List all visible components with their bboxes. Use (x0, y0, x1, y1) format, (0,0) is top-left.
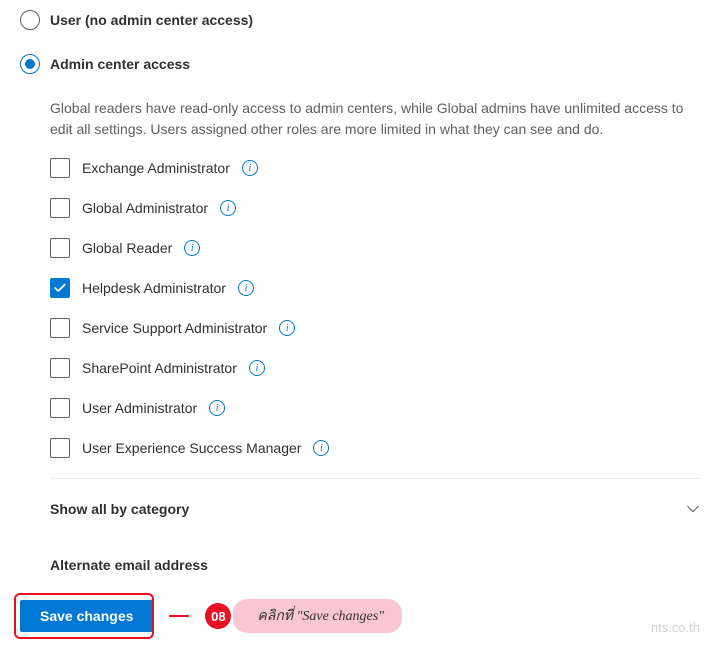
role-label: Global Administrator (82, 200, 208, 216)
checkbox-ux-success[interactable] (50, 438, 70, 458)
role-label: User Experience Success Manager (82, 440, 301, 456)
info-icon[interactable]: i (184, 240, 200, 256)
role-row-ux-success: User Experience Success Manager i (50, 438, 700, 458)
show-all-label: Show all by category (50, 501, 189, 517)
radio-option-user[interactable]: User (no admin center access) (20, 10, 700, 30)
radio-circle-icon (20, 54, 40, 74)
radio-label-user: User (no admin center access) (50, 12, 253, 28)
checkbox-exchange[interactable] (50, 158, 70, 178)
info-icon[interactable]: i (242, 160, 258, 176)
checkbox-global-reader[interactable] (50, 238, 70, 258)
watermark: nts.co.th (651, 620, 700, 635)
role-label: SharePoint Administrator (82, 360, 237, 376)
radio-dot-icon (25, 59, 35, 69)
info-icon[interactable]: i (209, 400, 225, 416)
info-icon[interactable]: i (220, 200, 236, 216)
admin-section: Global readers have read-only access to … (20, 98, 700, 573)
role-row-helpdesk: Helpdesk Administrator i (50, 278, 700, 298)
checkbox-helpdesk[interactable] (50, 278, 70, 298)
save-button[interactable]: Save changes (20, 600, 153, 632)
footer-row: Save changes 08 คลิกที่ "Save changes" n… (20, 599, 700, 633)
info-icon[interactable]: i (313, 440, 329, 456)
show-all-toggle[interactable]: Show all by category (50, 497, 700, 521)
radio-label-admin: Admin center access (50, 56, 190, 72)
annotation-callout: คลิกที่ "Save changes" (233, 599, 402, 633)
radio-option-admin[interactable]: Admin center access (20, 54, 700, 74)
info-icon[interactable]: i (279, 320, 295, 336)
checkbox-global-admin[interactable] (50, 198, 70, 218)
role-label: Global Reader (82, 240, 172, 256)
role-label: Helpdesk Administrator (82, 280, 226, 296)
alt-email-heading: Alternate email address (50, 557, 700, 573)
role-row-exchange: Exchange Administrator i (50, 158, 700, 178)
role-row-service-support: Service Support Administrator i (50, 318, 700, 338)
annotation-connector (169, 615, 189, 617)
admin-description: Global readers have read-only access to … (50, 98, 700, 140)
role-label: User Administrator (82, 400, 197, 416)
checkbox-service-support[interactable] (50, 318, 70, 338)
info-icon[interactable]: i (249, 360, 265, 376)
divider (50, 478, 700, 479)
role-label: Exchange Administrator (82, 160, 230, 176)
role-row-sharepoint: SharePoint Administrator i (50, 358, 700, 378)
annotation-step-badge: 08 (205, 603, 231, 629)
role-row-global-admin: Global Administrator i (50, 198, 700, 218)
role-row-user-admin: User Administrator i (50, 398, 700, 418)
role-row-global-reader: Global Reader i (50, 238, 700, 258)
checkbox-user-admin[interactable] (50, 398, 70, 418)
chevron-down-icon (686, 502, 700, 516)
role-label: Service Support Administrator (82, 320, 267, 336)
radio-circle-icon (20, 10, 40, 30)
check-icon (53, 281, 67, 295)
info-icon[interactable]: i (238, 280, 254, 296)
checkbox-sharepoint[interactable] (50, 358, 70, 378)
